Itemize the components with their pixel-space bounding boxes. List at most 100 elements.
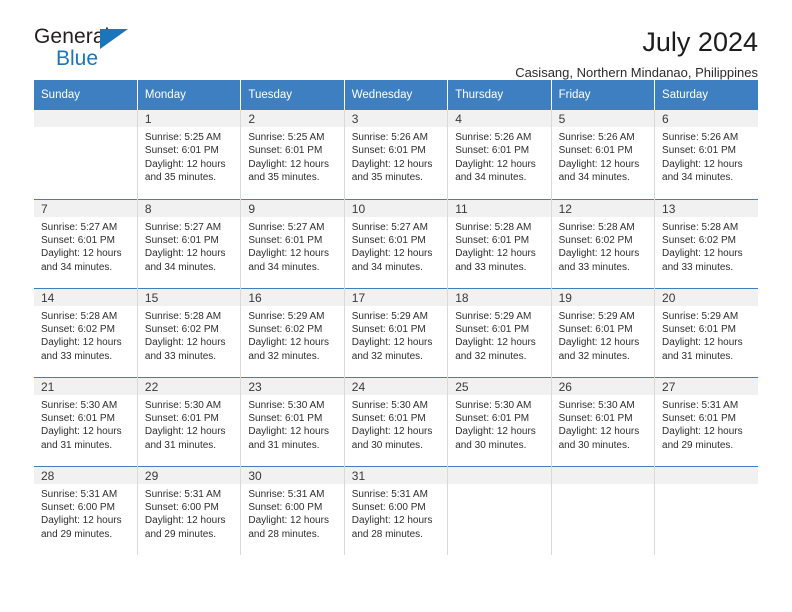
day-cell[interactable]: 19 Sunrise: 5:29 AM Sunset: 6:01 PM Dayligh… (551, 287, 656, 377)
day-cell[interactable]: 6 Sunrise: 5:26 AM Sunset: 6:01 PM Daylight… (655, 110, 758, 199)
day-cell[interactable]: 7 Sunrise: 5:27 AM Sunset: 6:01 PM Daylight… (34, 198, 138, 288)
daylight-text-line2: and 33 minutes. (144, 350, 217, 362)
day-number: 30 (241, 466, 344, 484)
daylight-text-line2: and 32 minutes. (558, 350, 630, 362)
brand-logo[interactable]: General Blue (34, 26, 144, 78)
sunrise-text: Sunrise: 5:30 AM (455, 399, 532, 411)
day-details: Sunrise: 5:28 AM Sunset: 6:02 PM Daylight:… (552, 217, 654, 275)
day-number: 26 (551, 377, 655, 395)
day-cell[interactable]: 26 Sunrise: 5:30 AM Sunset: 6:01 PM Dayligh… (551, 376, 656, 466)
day-cell[interactable]: 29 Sunrise: 5:31 AM Sunset: 6:00 PM Dayligh… (137, 465, 242, 555)
calendar-body: 1 Sunrise: 5:25 AM Sunset: 6:01 PM Daylight… (34, 110, 758, 555)
daylight-text-line1: Daylight: 12 hours (558, 158, 640, 170)
day-cell[interactable]: 22 Sunrise: 5:30 AM Sunset: 6:01 PM Dayligh… (137, 376, 242, 466)
daylight-text-line2: and 34 minutes. (455, 172, 527, 184)
day-details: Sunrise: 5:26 AM Sunset: 6:01 PM Daylight:… (655, 127, 758, 185)
day-cell[interactable]: 28 Sunrise: 5:31 AM Sunset: 6:00 PM Dayligh… (34, 465, 138, 555)
daylight-text-line2: and 33 minutes. (41, 350, 113, 362)
day-details: Sunrise: 5:31 AM Sunset: 6:00 PM Daylight:… (241, 484, 343, 542)
daylight-text-line1: Daylight: 12 hours (248, 248, 329, 260)
sunset-text: Sunset: 6:02 PM (248, 323, 323, 335)
day-cell[interactable]: 17 Sunrise: 5:29 AM Sunset: 6:01 PM Dayligh… (344, 287, 449, 377)
daylight-text-line2: and 30 minutes. (558, 439, 630, 451)
day-cell[interactable]: 16 Sunrise: 5:29 AM Sunset: 6:02 PM Dayligh… (240, 287, 345, 377)
daylight-text-line2: and 33 minutes. (558, 261, 630, 273)
day-cell[interactable]: 20 Sunrise: 5:29 AM Sunset: 6:01 PM Dayligh… (654, 287, 758, 377)
day-details: Sunrise: 5:31 AM Sunset: 6:00 PM Daylight:… (345, 484, 447, 542)
day-number: 21 (34, 377, 137, 395)
sunrise-text: Sunrise: 5:29 AM (351, 310, 428, 322)
weekday-header-monday: Monday (137, 80, 242, 110)
day-number: 11 (448, 199, 551, 217)
day-number: 17 (344, 288, 448, 306)
sunset-text: Sunset: 6:01 PM (248, 234, 323, 246)
daylight-text-line2: and 28 minutes. (248, 528, 320, 540)
calendar-week-row: 1 Sunrise: 5:25 AM Sunset: 6:01 PM Daylight… (34, 110, 758, 199)
day-cell[interactable]: 31 Sunrise: 5:31 AM Sunset: 6:00 PM Dayligh… (344, 465, 449, 555)
calendar-page: General Blue July 2024 Casisang, Norther… (0, 0, 792, 612)
sunrise-text: Sunrise: 5:29 AM (662, 310, 739, 322)
weekday-header-thursday: Thursday (447, 80, 552, 110)
sunrise-text: Sunrise: 5:30 AM (248, 399, 325, 411)
day-cell[interactable]: 10 Sunrise: 5:27 AM Sunset: 6:01 PM Dayligh… (344, 198, 449, 288)
daylight-text-line1: Daylight: 12 hours (41, 337, 122, 349)
sunset-text: Sunset: 6:02 PM (144, 323, 219, 335)
day-number: 12 (551, 199, 655, 217)
day-cell[interactable]: 12 Sunrise: 5:28 AM Sunset: 6:02 PM Dayligh… (551, 198, 656, 288)
day-cell[interactable]: 5 Sunrise: 5:26 AM Sunset: 6:01 PM Daylight… (551, 110, 656, 199)
sunset-text: Sunset: 6:01 PM (455, 412, 530, 424)
sunset-text: Sunset: 6:00 PM (248, 501, 323, 513)
day-cell[interactable]: 15 Sunrise: 5:28 AM Sunset: 6:02 PM Dayligh… (137, 287, 242, 377)
day-number: 24 (344, 377, 448, 395)
sunset-text: Sunset: 6:01 PM (662, 323, 736, 335)
daylight-text-line2: and 32 minutes. (455, 350, 527, 362)
day-cell[interactable]: 24 Sunrise: 5:30 AM Sunset: 6:01 PM Dayligh… (344, 376, 449, 466)
sunrise-text: Sunrise: 5:29 AM (455, 310, 532, 322)
day-details: Sunrise: 5:31 AM Sunset: 6:00 PM Daylight:… (34, 484, 137, 542)
sunrise-text: Sunrise: 5:27 AM (41, 221, 118, 233)
day-cell[interactable]: 27 Sunrise: 5:31 AM Sunset: 6:01 PM Dayligh… (654, 376, 758, 466)
daylight-text-line1: Daylight: 12 hours (144, 158, 226, 170)
sunrise-text: Sunrise: 5:28 AM (662, 221, 739, 233)
day-cell[interactable]: 9 Sunrise: 5:27 AM Sunset: 6:01 PM Daylight… (240, 198, 345, 288)
daylight-text-line1: Daylight: 12 hours (558, 337, 640, 349)
day-details: Sunrise: 5:27 AM Sunset: 6:01 PM Daylight:… (345, 217, 447, 275)
day-details: Sunrise: 5:27 AM Sunset: 6:01 PM Daylight:… (138, 217, 240, 275)
sunrise-text: Sunrise: 5:25 AM (144, 132, 222, 143)
day-cell[interactable]: 25 Sunrise: 5:30 AM Sunset: 6:01 PM Dayligh… (447, 376, 552, 466)
daylight-text-line1: Daylight: 12 hours (351, 426, 433, 438)
day-cell[interactable]: 18 Sunrise: 5:29 AM Sunset: 6:01 PM Dayligh… (447, 287, 552, 377)
day-cell[interactable]: 14 Sunrise: 5:28 AM Sunset: 6:02 PM Dayligh… (34, 287, 138, 377)
day-cell[interactable]: 13 Sunrise: 5:28 AM Sunset: 6:02 PM Dayligh… (654, 198, 758, 288)
day-cell[interactable]: 4 Sunrise: 5:26 AM Sunset: 6:01 PM Daylight… (447, 110, 552, 199)
day-cell[interactable]: 21 Sunrise: 5:30 AM Sunset: 6:01 PM Dayligh… (34, 376, 138, 466)
daylight-text-line2: and 30 minutes. (351, 439, 423, 451)
day-details: Sunrise: 5:30 AM Sunset: 6:01 PM Daylight:… (138, 395, 240, 453)
sunset-text: Sunset: 6:01 PM (455, 323, 530, 335)
sunrise-text: Sunrise: 5:29 AM (558, 310, 635, 322)
day-details: Sunrise: 5:26 AM Sunset: 6:01 PM Daylight:… (552, 127, 654, 185)
day-cell[interactable]: 2 Sunrise: 5:25 AM Sunset: 6:01 PM Daylight… (240, 110, 345, 199)
sunrise-text: Sunrise: 5:27 AM (248, 221, 325, 233)
day-cell[interactable]: 30 Sunrise: 5:31 AM Sunset: 6:00 PM Dayligh… (240, 465, 345, 555)
daylight-text-line1: Daylight: 12 hours (144, 248, 226, 260)
day-number (448, 466, 551, 484)
sunset-text: Sunset: 6:01 PM (144, 145, 219, 157)
day-cell[interactable]: 3 Sunrise: 5:26 AM Sunset: 6:01 PM Daylight… (344, 110, 449, 199)
day-cell[interactable]: 11 Sunrise: 5:28 AM Sunset: 6:01 PM Dayligh… (447, 198, 552, 288)
day-number: 23 (241, 377, 344, 395)
day-cell[interactable]: 23 Sunrise: 5:30 AM Sunset: 6:01 PM Dayligh… (240, 376, 345, 466)
day-details: Sunrise: 5:25 AM Sunset: 6:01 PM Daylight:… (138, 127, 240, 185)
day-cell[interactable]: 1 Sunrise: 5:25 AM Sunset: 6:01 PM Daylight… (137, 110, 242, 199)
sunset-text: Sunset: 6:01 PM (351, 323, 426, 335)
sunrise-text: Sunrise: 5:31 AM (41, 488, 118, 500)
daylight-text-line2: and 35 minutes. (351, 172, 423, 184)
day-cell[interactable]: 8 Sunrise: 5:27 AM Sunset: 6:01 PM Daylight… (137, 198, 242, 288)
day-number: 25 (448, 377, 551, 395)
sunrise-text: Sunrise: 5:28 AM (144, 310, 222, 322)
daylight-text-line1: Daylight: 12 hours (41, 515, 122, 527)
day-details: Sunrise: 5:29 AM Sunset: 6:01 PM Daylight:… (655, 306, 758, 364)
day-number: 5 (551, 110, 655, 127)
sunset-text: Sunset: 6:01 PM (248, 412, 323, 424)
daylight-text-line2: and 33 minutes. (455, 261, 527, 273)
